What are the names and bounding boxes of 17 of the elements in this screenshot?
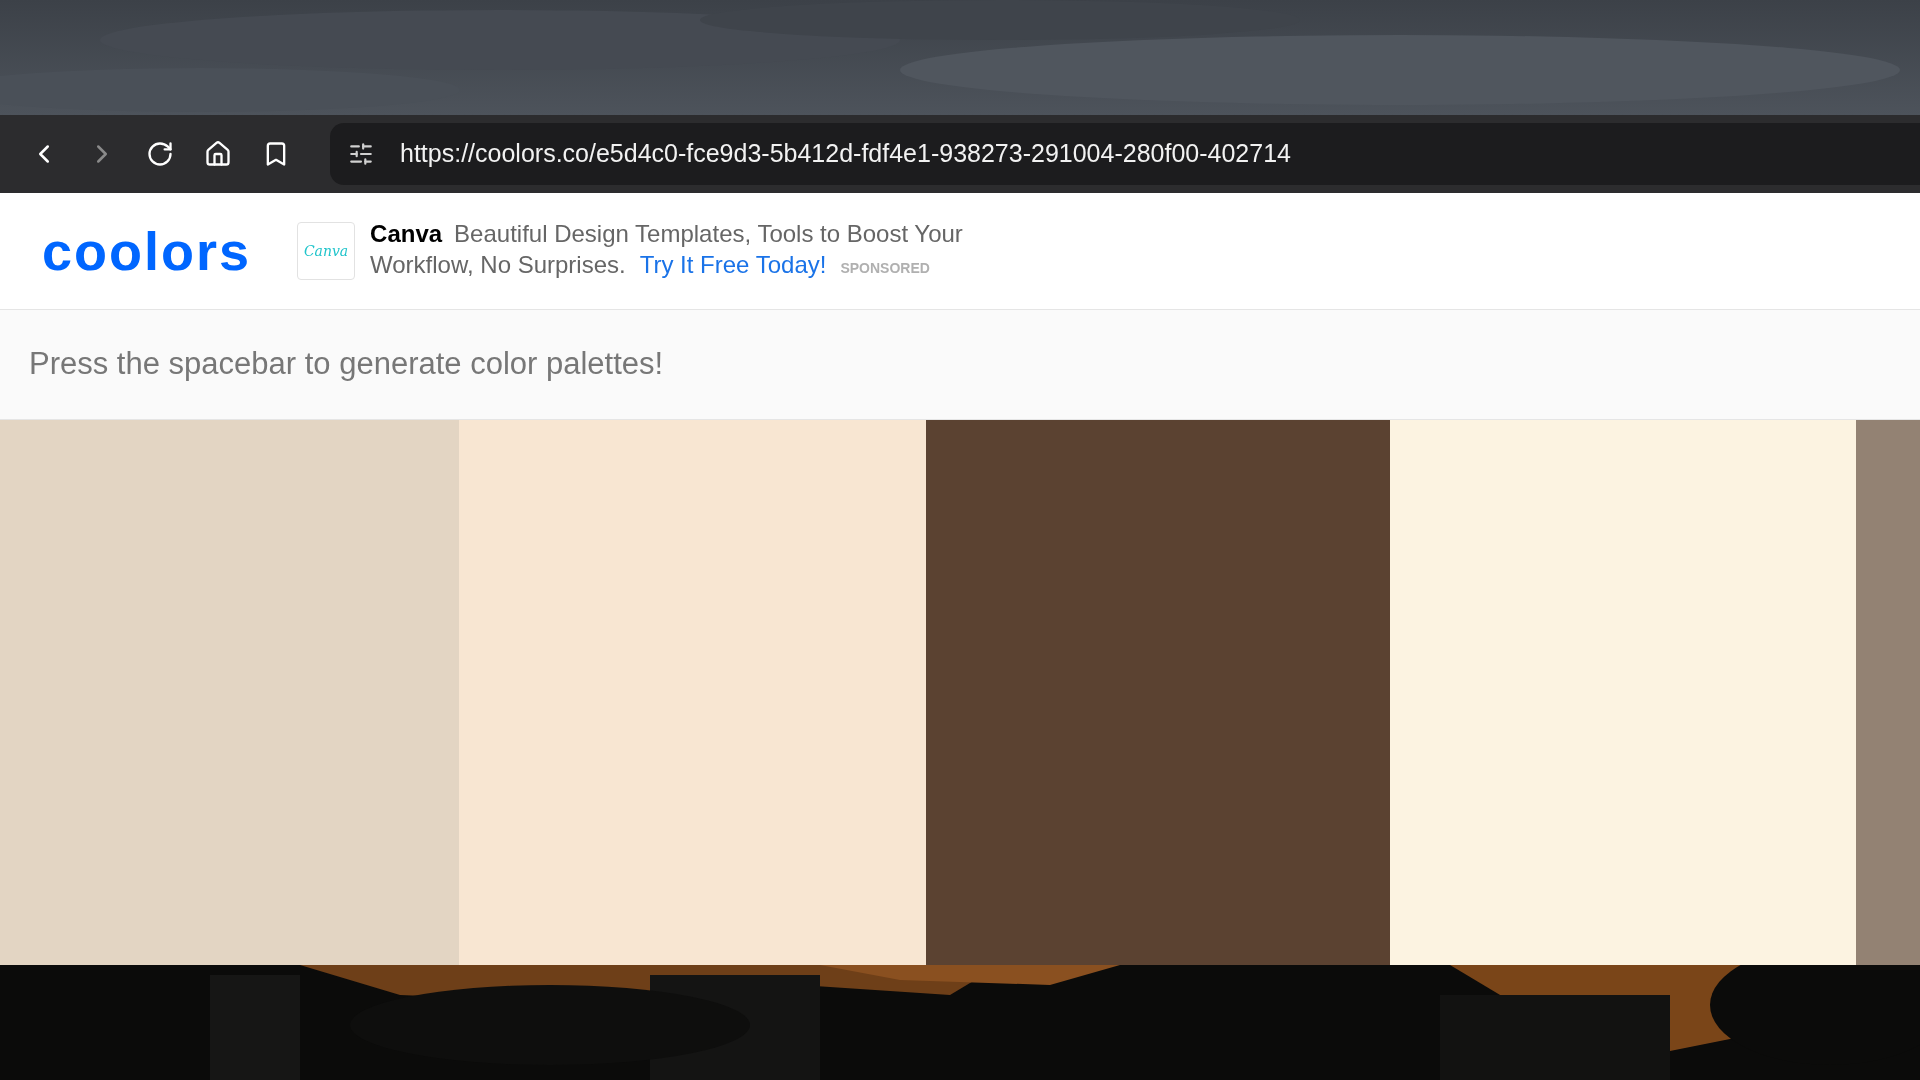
reload-icon xyxy=(146,140,174,168)
color-swatch[interactable] xyxy=(459,420,926,965)
logo[interactable]: coolors xyxy=(42,224,252,278)
hint-text: Press the spacebar to generate color palettes! xyxy=(29,345,664,384)
url-text: https://coolors.co/e5d4c0-fce9d3-5b412d-fdf4e1-938273-291004-280f00-402714 xyxy=(400,138,1291,170)
color-swatch[interactable] xyxy=(0,420,459,965)
ad-text: Beautiful Design Templates, Tools to Boost Your xyxy=(454,219,963,249)
color-swatch[interactable] xyxy=(926,420,1390,965)
ad-link[interactable]: Try It Free Today! xyxy=(639,249,827,280)
ad-text: Workflow, No Surprises. xyxy=(370,250,626,280)
color-swatch[interactable] xyxy=(1856,420,1920,965)
sponsored-label: SPONSORED xyxy=(840,259,930,278)
address-bar[interactable]: https://coolors.co/e5d4c0-fce9d3-5b412d-fdf4e1-938273-291004-280f00-402714 xyxy=(330,123,1920,185)
ad-brand: Canva xyxy=(370,219,443,249)
color-swatch[interactable] xyxy=(1390,420,1856,965)
home-icon xyxy=(204,140,232,168)
site-settings-icon xyxy=(348,141,374,167)
